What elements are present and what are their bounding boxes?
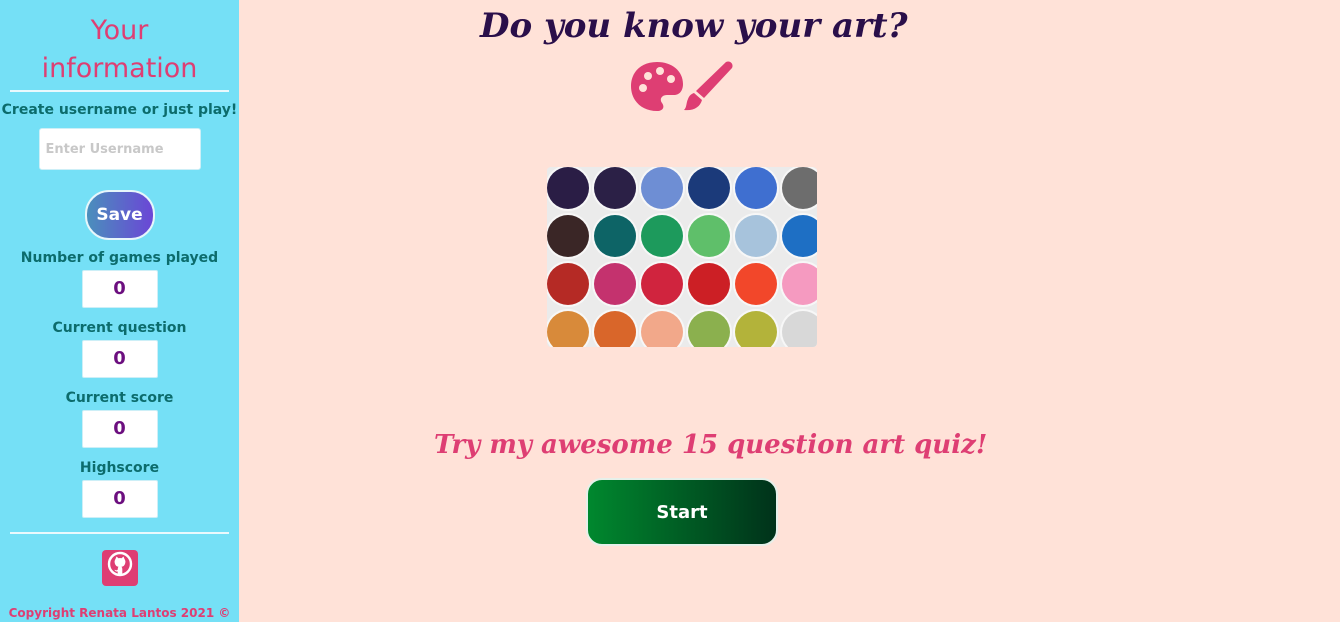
paint-pan (688, 167, 730, 209)
create-username-label: Create username or just play! (1, 102, 238, 118)
current-score-label: Current score (65, 390, 174, 406)
highscore-label: Highscore (79, 460, 160, 476)
paint-pan (594, 215, 636, 257)
github-link[interactable] (101, 550, 138, 586)
username-input[interactable] (38, 128, 201, 170)
quiz-tagline: Try my awesome 15 question art quiz! (434, 430, 988, 460)
paint-pans-illustration (547, 167, 817, 347)
paint-pan (547, 263, 589, 305)
paint-pan (641, 263, 683, 305)
paint-pan (641, 215, 683, 257)
sidebar-title-line2: information (41, 53, 198, 84)
paint-pan (735, 167, 777, 209)
paint-pan (735, 263, 777, 305)
start-button[interactable]: Start (586, 478, 778, 546)
paint-pan (641, 167, 683, 209)
page-title: Do you know your art? (480, 6, 908, 46)
save-button[interactable]: Save (84, 190, 155, 240)
games-played-value: 0 (81, 270, 158, 308)
palette-brush-icon (631, 61, 733, 111)
current-question-label: Current question (52, 320, 187, 336)
paint-pan (547, 215, 589, 257)
paint-pan (547, 167, 589, 209)
paint-pan (688, 215, 730, 257)
sidebar-title-line1: Your (90, 15, 149, 46)
current-score-value: 0 (81, 410, 158, 448)
sidebar-divider (10, 532, 229, 534)
paint-pan (594, 263, 636, 305)
sidebar-title: Your information (10, 12, 229, 92)
watercolor-palette-image (547, 167, 817, 347)
paint-pan (594, 167, 636, 209)
paint-pan (688, 263, 730, 305)
copyright-text: Copyright Renata Lantos 2021 © (8, 606, 231, 620)
games-played-label: Number of games played (20, 250, 219, 266)
sidebar: Your information Create username or just… (0, 0, 239, 622)
github-icon (107, 551, 132, 577)
paint-pan (735, 215, 777, 257)
current-question-value: 0 (81, 340, 158, 378)
highscore-value: 0 (81, 480, 158, 518)
